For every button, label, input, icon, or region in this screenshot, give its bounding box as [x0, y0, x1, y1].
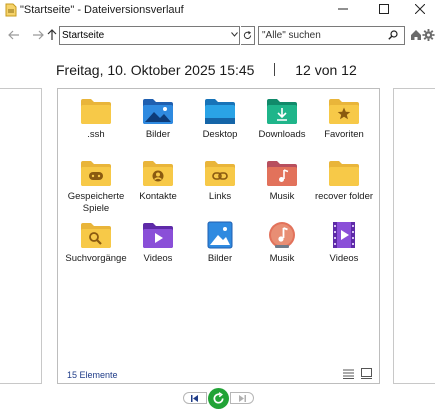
item-label: Downloads — [258, 129, 306, 140]
item-label: Musik — [269, 253, 295, 264]
restore-button[interactable] — [208, 388, 229, 409]
search-icon — [388, 30, 398, 40]
version-controls — [183, 388, 255, 409]
restore-icon — [213, 392, 224, 404]
close-icon — [415, 4, 425, 14]
item-label: Gespeicherte Spiele — [67, 191, 125, 214]
music-folder-icon — [266, 159, 298, 187]
maximize-button[interactable] — [366, 0, 402, 18]
title-bar: "Startseite" - Dateiversionsverlauf — [0, 0, 435, 22]
minimize-icon — [338, 8, 348, 10]
searches-folder-icon — [80, 221, 112, 249]
version-position: 12 von 12 — [295, 62, 357, 78]
gear-icon[interactable] — [422, 28, 435, 42]
item-label: Bilder — [145, 129, 171, 140]
folder-icon — [328, 159, 360, 187]
item-label: Videos — [143, 253, 173, 264]
search-box[interactable]: "Alle" suchen — [258, 26, 405, 45]
desktop-folder-icon — [204, 97, 236, 125]
current-version-panel: ​.ssh Bilder Desktop Downloads Favoriten — [57, 88, 380, 384]
search-placeholder: "Alle" suchen — [262, 30, 321, 41]
up-button[interactable] — [45, 28, 59, 42]
home-icon[interactable] — [410, 28, 422, 42]
chevron-down-icon — [231, 32, 238, 37]
item-label: Favoriten — [324, 129, 364, 140]
version-header: Freitag, 10. Oktober 2025 15:45 12 von 1… — [56, 62, 357, 78]
back-button[interactable] — [7, 28, 21, 42]
videos-library-icon — [328, 221, 360, 249]
item-label: Links — [208, 191, 232, 202]
pictures-folder-icon — [142, 97, 174, 125]
music-library-icon — [266, 221, 298, 249]
previous-version-panel[interactable] — [0, 88, 42, 384]
refresh-icon — [243, 31, 252, 39]
address-bar[interactable]: Startseite — [59, 26, 240, 45]
refresh-button[interactable] — [241, 26, 255, 45]
up-arrow-icon — [47, 29, 57, 40]
large-icons-view-icon[interactable] — [361, 368, 372, 379]
next-version-button[interactable] — [230, 392, 254, 404]
downloads-folder-icon — [266, 97, 298, 125]
skip-next-icon — [239, 394, 246, 402]
favorites-folder-icon — [328, 97, 360, 125]
window-title: "Startseite" - Dateiversionsverlauf — [20, 4, 184, 16]
saved-games-folder-icon — [80, 159, 112, 187]
file-history-app-icon — [5, 3, 17, 17]
forward-button[interactable] — [31, 28, 45, 42]
item-label: Videos — [329, 253, 359, 264]
maximize-icon — [379, 4, 389, 14]
header-divider — [274, 63, 276, 76]
item-label: Kontakte — [139, 191, 177, 202]
item-label: Suchvorgänge — [65, 253, 127, 264]
item-label: Musik — [269, 191, 295, 202]
links-folder-icon — [204, 159, 236, 187]
next-version-panel[interactable] — [393, 88, 435, 384]
item-label: recover folder — [314, 191, 374, 202]
version-datetime: Freitag, 10. Oktober 2025 15:45 — [56, 62, 255, 78]
item-count: 15 Elemente — [67, 370, 118, 380]
details-view-icon[interactable] — [343, 369, 354, 379]
item-label: ​.ssh — [87, 129, 105, 140]
pictures-library-icon — [204, 221, 236, 249]
videos-folder-icon — [142, 221, 174, 249]
back-arrow-icon — [8, 30, 19, 40]
folder-icon — [80, 97, 112, 125]
skip-previous-icon — [191, 394, 198, 402]
close-button[interactable] — [402, 0, 435, 18]
navigation-bar: Startseite "Alle" suchen — [0, 25, 435, 47]
item-label: Desktop — [202, 129, 238, 140]
minimize-button[interactable] — [325, 0, 361, 18]
contacts-folder-icon — [142, 159, 174, 187]
previous-version-button[interactable] — [183, 392, 207, 404]
forward-arrow-icon — [33, 30, 44, 40]
address-text: Startseite — [62, 30, 105, 41]
address-dropdown-button[interactable] — [229, 26, 240, 43]
item-label: Bilder — [207, 253, 233, 264]
